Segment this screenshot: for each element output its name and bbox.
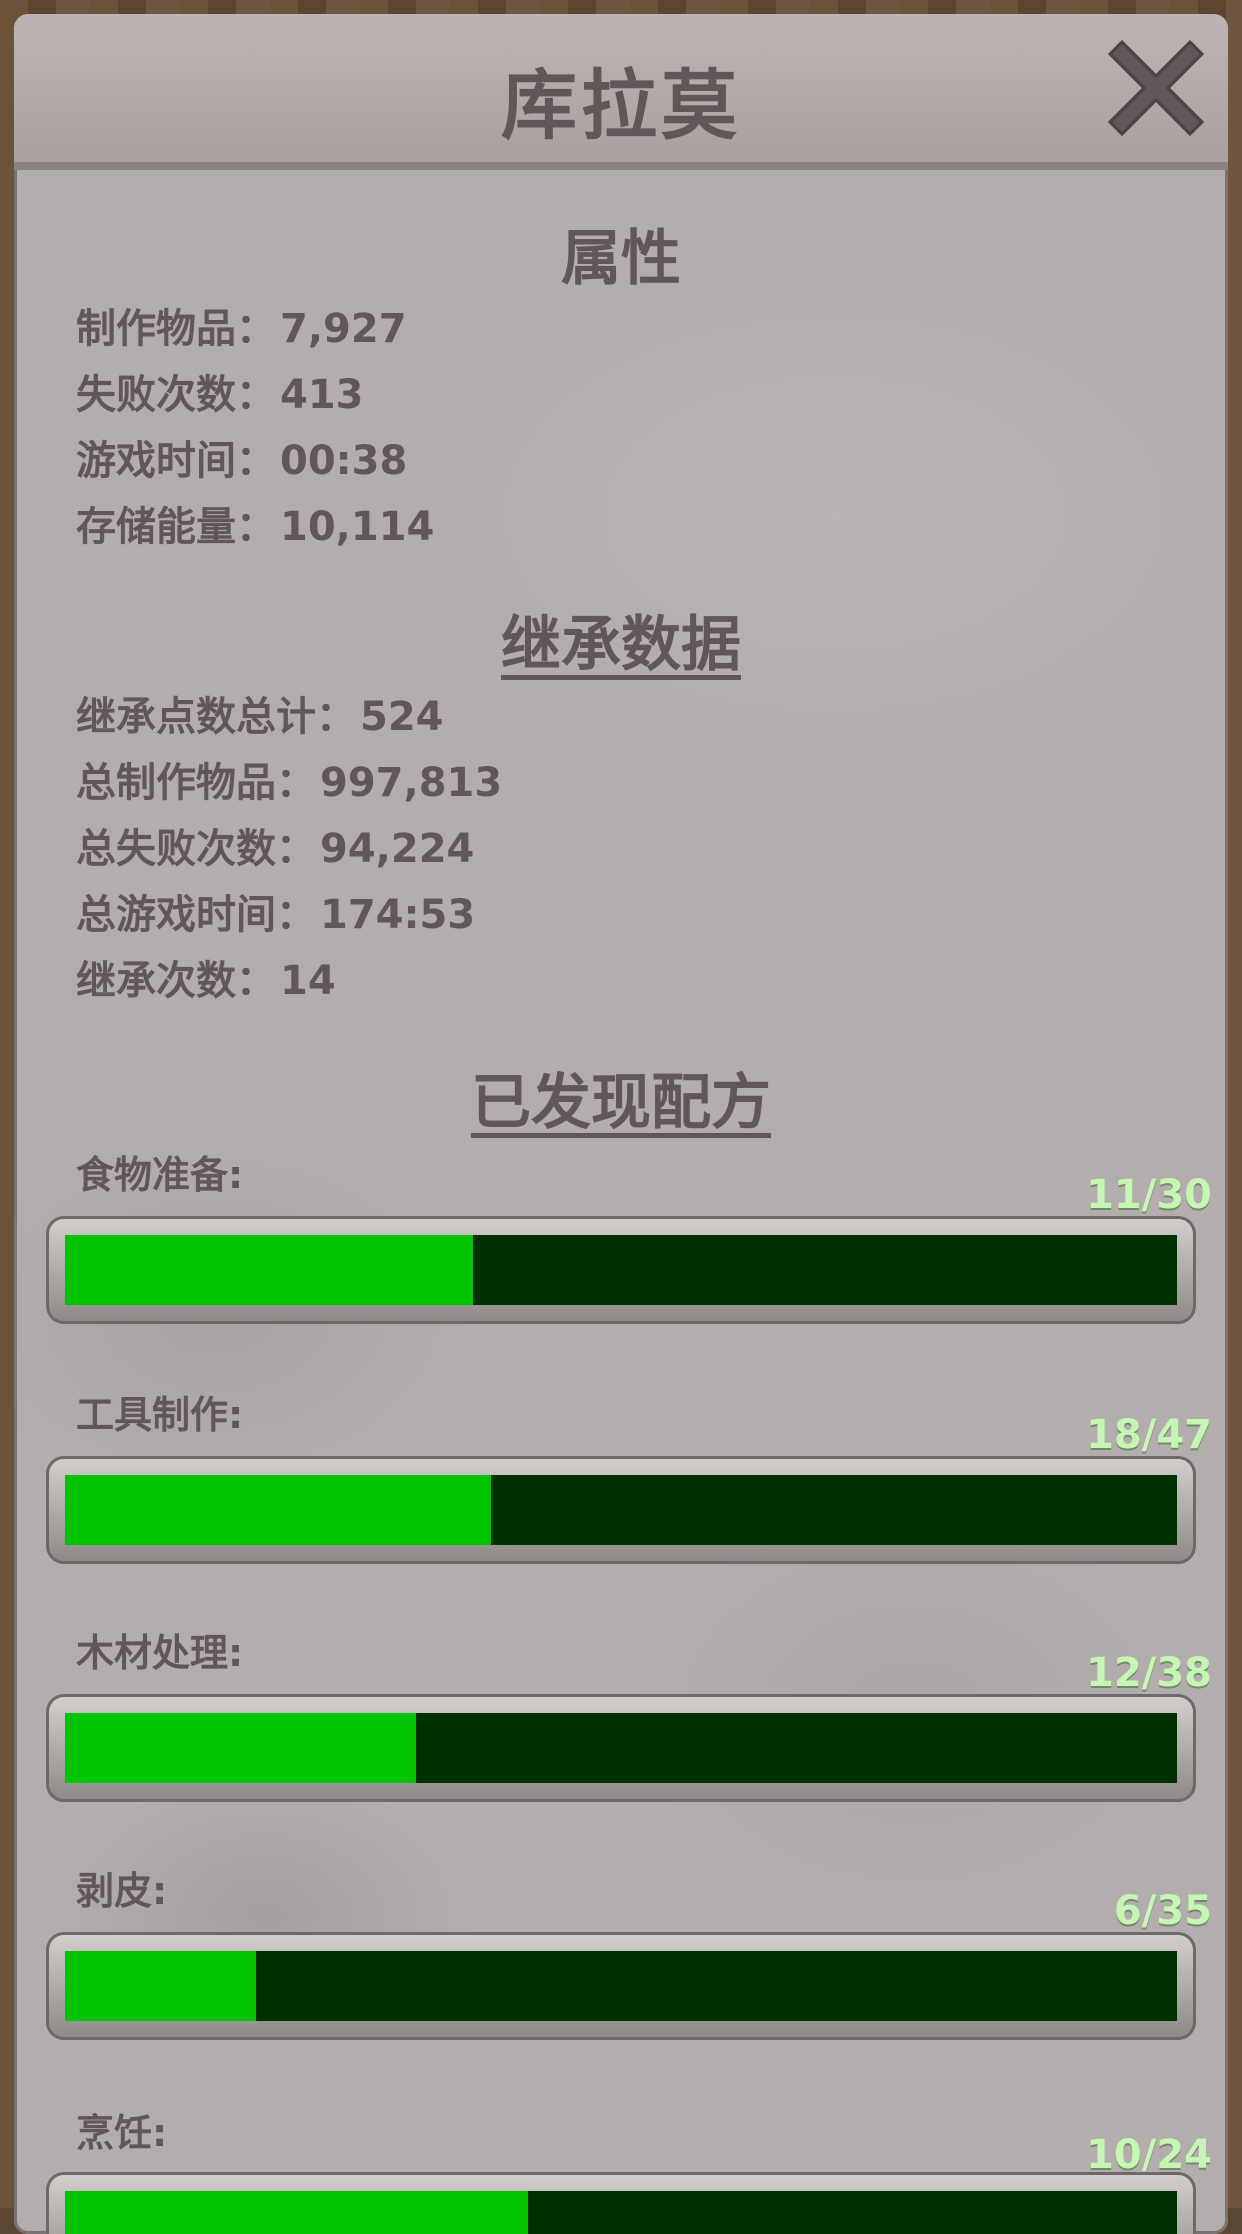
recipe-label-tool-making: 工具制作: (76, 1393, 244, 1437)
attributes-heading: 属性 (561, 224, 681, 294)
stat-value: 524 (360, 694, 444, 740)
progress-bar-skinning (46, 1932, 1196, 2040)
progress-bar-tool-making (46, 1456, 1196, 1564)
stat-inherit-points: 继承点数总计： 524 (76, 684, 444, 742)
recipe-label-woodworking: 木材处理: (76, 1631, 244, 1675)
stat-label: 继承点数总计： (76, 694, 356, 740)
stat-crafted-items: 制作物品： 7,927 (76, 296, 407, 354)
stat-value: 10,114 (280, 504, 435, 550)
progress-fill (65, 1951, 256, 2021)
stat-stored-energy: 存储能量： 10,114 (76, 494, 434, 552)
stat-label: 游戏时间： (76, 438, 276, 484)
stat-label: 制作物品： (76, 306, 276, 352)
progress-fill (65, 1713, 417, 1783)
stat-label: 总失败次数： (76, 826, 316, 872)
recipe-label-cooking: 烹饪: (76, 2111, 168, 2155)
stat-value: 997,813 (320, 760, 503, 806)
stat-failures: 失败次数： 413 (76, 362, 364, 420)
stat-value: 00:38 (280, 438, 408, 484)
stat-label: 存储能量： (76, 504, 276, 550)
recipe-label-food-prep: 食物准备: (76, 1153, 244, 1197)
progress-fill (65, 1235, 473, 1305)
stat-total-crafted: 总制作物品： 997,813 (76, 750, 502, 808)
stat-total-failures: 总失败次数： 94,224 (76, 816, 474, 874)
progress-track (65, 1475, 1177, 1545)
recipes-heading: 已发现配方 (471, 1068, 771, 1138)
stat-label: 失败次数： (76, 372, 276, 418)
progress-bar-cooking (46, 2172, 1196, 2234)
progress-track (65, 2191, 1177, 2234)
progress-bar-woodworking (46, 1694, 1196, 1802)
progress-fill (65, 1475, 491, 1545)
stat-play-time: 游戏时间： 00:38 (76, 428, 407, 486)
progress-track (65, 1713, 1177, 1783)
progress-bar-food-prep (46, 1216, 1196, 1324)
progress-track (65, 1235, 1177, 1305)
page-title: 库拉莫 (501, 61, 741, 150)
progress-fill (65, 2191, 529, 2234)
stat-total-play-time: 总游戏时间： 174:53 (76, 882, 475, 940)
inheritance-heading: 继承数据 (501, 610, 741, 680)
recipe-count-tool-making: 18/47 (1086, 1412, 1212, 1458)
stat-value: 7,927 (280, 306, 407, 352)
recipe-count-skinning: 6/35 (1113, 1888, 1212, 1934)
recipe-count-food-prep: 11/30 (1086, 1172, 1212, 1218)
close-button[interactable] (1104, 36, 1208, 140)
stat-label: 总游戏时间： (76, 892, 316, 938)
progress-track (65, 1951, 1177, 2021)
stat-inherit-count: 继承次数： 14 (76, 948, 336, 1006)
recipe-label-skinning: 剥皮: (76, 1869, 168, 1913)
panel-header: 库拉莫 (14, 14, 1228, 170)
stats-panel: 库拉莫 属性 制作物品： 7,927 失败次数： 413 游戏时间： 00:38 存储… (14, 14, 1228, 2234)
stat-label: 总制作物品： (76, 760, 316, 806)
stat-label: 继承次数： (76, 958, 276, 1004)
close-x-icon (1107, 39, 1205, 137)
stat-value: 14 (280, 958, 336, 1004)
recipe-count-woodworking: 12/38 (1086, 1650, 1212, 1696)
stat-value: 94,224 (320, 826, 475, 872)
stat-value: 413 (280, 372, 364, 418)
stat-value: 174:53 (320, 892, 476, 938)
